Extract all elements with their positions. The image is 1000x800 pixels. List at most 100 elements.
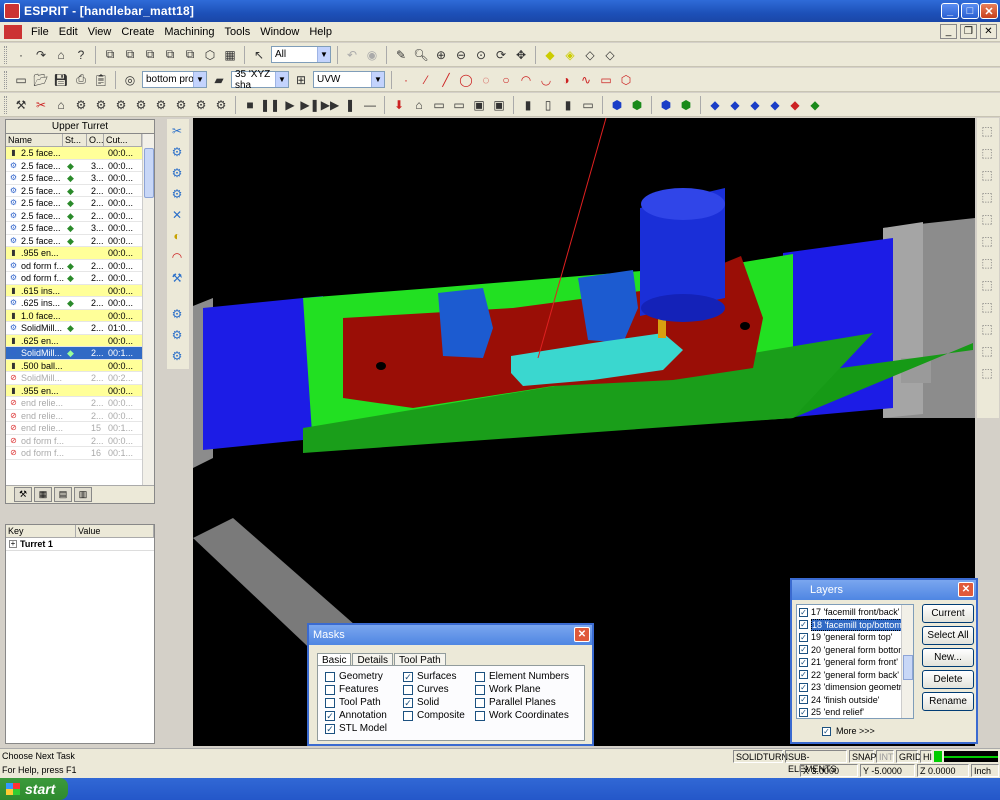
stop-sim-icon[interactable]: ■	[241, 96, 259, 114]
solid6-icon[interactable]: ◆	[806, 96, 824, 114]
circle3-icon[interactable]: ○	[497, 71, 515, 89]
uvw-combo[interactable]: UVW ▼	[313, 71, 385, 88]
checkbox[interactable]	[403, 684, 413, 695]
select-filter-combo[interactable]: All ▼	[271, 46, 331, 63]
box-icon[interactable]: ⬡	[201, 46, 219, 64]
operation-row[interactable]: ⚙ 2.5 face... ◆ 3... 00:0...	[6, 172, 154, 185]
feature2-icon[interactable]: ⚙	[168, 143, 186, 161]
operation-row[interactable]: ⊘ end relie... 2... 00:0...	[6, 397, 154, 410]
rotate-icon[interactable]: ⟳	[492, 46, 510, 64]
menu-view[interactable]: View	[83, 26, 117, 38]
tab-features-icon[interactable]: ▦	[34, 487, 52, 502]
op4-icon[interactable]: ⚙	[92, 96, 110, 114]
layer-checkbox[interactable]: ✓	[799, 645, 808, 655]
op8-icon[interactable]: ⚙	[172, 96, 190, 114]
r-tool6-icon[interactable]: ⬚	[978, 232, 996, 250]
arc-icon[interactable]: ◠	[517, 71, 535, 89]
sim-opt5-icon[interactable]: ▣	[490, 96, 508, 114]
sim-opt3-icon[interactable]: ▭	[450, 96, 468, 114]
property-row[interactable]: + Turret 1	[6, 538, 154, 551]
cube4-icon[interactable]: ⬢	[677, 96, 695, 114]
start-button[interactable]: start	[0, 778, 68, 800]
operation-row[interactable]: ⊘ od form f... 16 00:1...	[6, 447, 154, 460]
mode-grid[interactable]: GRID	[896, 750, 922, 763]
maximize-button[interactable]: □	[961, 3, 979, 19]
cube2-icon[interactable]: ⬢	[628, 96, 646, 114]
spline-icon[interactable]: ∿	[577, 71, 595, 89]
sim-tool-icon[interactable]: ⬇	[390, 96, 408, 114]
mode-snap[interactable]: SNAP	[849, 750, 877, 763]
mask-composite[interactable]: Composite	[403, 709, 465, 722]
operation-row[interactable]: ⚙ 2.5 face... ◆ 3... 00:0...	[6, 160, 154, 172]
speed-slider-icon[interactable]: —	[361, 96, 379, 114]
wire-icon[interactable]: ◇	[581, 46, 599, 64]
operation-row[interactable]: ⚙ SolidMill... ◆ 2... 00:1...	[6, 347, 154, 360]
paste-icon[interactable]: 📋︎	[92, 71, 110, 89]
uvw-icon[interactable]: ⊞	[292, 71, 310, 89]
checkbox[interactable]: ✓	[403, 697, 413, 708]
operation-row[interactable]: ▮ .615 ins... 00:0...	[6, 284, 154, 297]
checkbox[interactable]	[325, 684, 335, 695]
play-icon[interactable]: ▶	[281, 96, 299, 114]
hat-icon[interactable]: ⌂	[52, 46, 70, 64]
checkbox[interactable]	[325, 697, 335, 708]
operation-row[interactable]: ⚙ 2.5 face... ◆ 3... 00:0...	[6, 222, 154, 235]
copy5-icon[interactable]: ⧉	[181, 46, 199, 64]
copy-icon[interactable]: ⧉	[101, 46, 119, 64]
layer-item[interactable]: ✓ 20 'general form bottom'	[799, 644, 911, 657]
menu-edit[interactable]: Edit	[54, 26, 83, 38]
layers-scrollbar[interactable]	[901, 605, 913, 718]
operation-row[interactable]: ⚙ SolidMill... ◆ 2... 01:0...	[6, 322, 154, 335]
op9-icon[interactable]: ⚙	[192, 96, 210, 114]
operation-row[interactable]: ⊘ end relie... 15 00:1...	[6, 422, 154, 435]
layers-scroll-thumb[interactable]	[903, 655, 913, 680]
r-tool11-icon[interactable]: ⬚	[978, 342, 996, 360]
feature3-icon[interactable]: ⚙	[168, 164, 186, 182]
solid5-icon[interactable]: ◆	[786, 96, 804, 114]
save-icon[interactable]: 💾︎	[52, 71, 70, 89]
pencil-icon[interactable]: ✎	[392, 46, 410, 64]
feature4-icon[interactable]: ⚙	[168, 185, 186, 203]
operation-row[interactable]: ▮ 1.0 face... 00:0...	[6, 309, 154, 322]
mask-solid[interactable]: ✓ Solid	[403, 696, 465, 709]
menu-window[interactable]: Window	[255, 26, 304, 38]
pan-icon[interactable]: ✥	[512, 46, 530, 64]
r-tool12-icon[interactable]: ⬚	[978, 364, 996, 382]
view-combo[interactable]: bottom prof ▼	[142, 71, 207, 88]
menu-file[interactable]: File	[26, 26, 54, 38]
mask-geometry[interactable]: Geometry	[325, 670, 387, 683]
layer-checkbox[interactable]: ✓	[799, 682, 808, 692]
operation-row[interactable]: ⊘ end relie... 2... 00:0...	[6, 410, 154, 422]
sim-opt9-icon[interactable]: ▭	[579, 96, 597, 114]
op3-icon[interactable]: ⚙	[72, 96, 90, 114]
help-icon[interactable]: ?	[72, 46, 90, 64]
checkbox[interactable]: ✓	[325, 723, 335, 734]
line2-icon[interactable]: ╱	[437, 71, 455, 89]
layers-close-button[interactable]: ✕	[958, 582, 974, 597]
mode-hi[interactable]: HI	[920, 750, 932, 763]
mask-work-plane[interactable]: Work Plane	[475, 683, 569, 696]
operation-row[interactable]: ⚙ 2.5 face... ◆ 2... 00:0...	[6, 185, 154, 197]
col-name[interactable]: Name	[6, 134, 63, 146]
chevron-down-icon[interactable]: ▼	[193, 72, 206, 87]
r-tool8-icon[interactable]: ⬚	[978, 276, 996, 294]
new-layer-button[interactable]: New...	[922, 648, 974, 667]
pause-icon[interactable]: ❚❚	[260, 96, 280, 114]
step-end-icon[interactable]: ❚	[341, 96, 359, 114]
mode-int[interactable]: INT	[876, 750, 894, 763]
layer-checkbox[interactable]: ✓	[799, 657, 808, 667]
operation-row[interactable]: ▮ .500 ball... 00:0...	[6, 359, 154, 372]
col-key[interactable]: Key	[6, 525, 76, 537]
mode-solidturn[interactable]: SOLIDTURN	[733, 750, 788, 763]
layer-checkbox[interactable]: ✓	[799, 632, 808, 642]
r-tool2-icon[interactable]: ⬚	[978, 144, 996, 162]
zoom-out-icon[interactable]: ⊖	[452, 46, 470, 64]
op5-icon[interactable]: ⚙	[112, 96, 130, 114]
minimize-button[interactable]: _	[941, 3, 959, 19]
zoom-icon[interactable]: 🔍︎	[412, 46, 430, 64]
view-icon[interactable]: ◎	[121, 71, 139, 89]
checkbox[interactable]	[403, 710, 413, 721]
sim-opt6-icon[interactable]: ▮	[519, 96, 537, 114]
sim-opt8-icon[interactable]: ▮	[559, 96, 577, 114]
step-icon[interactable]: ▶❚	[300, 96, 319, 114]
